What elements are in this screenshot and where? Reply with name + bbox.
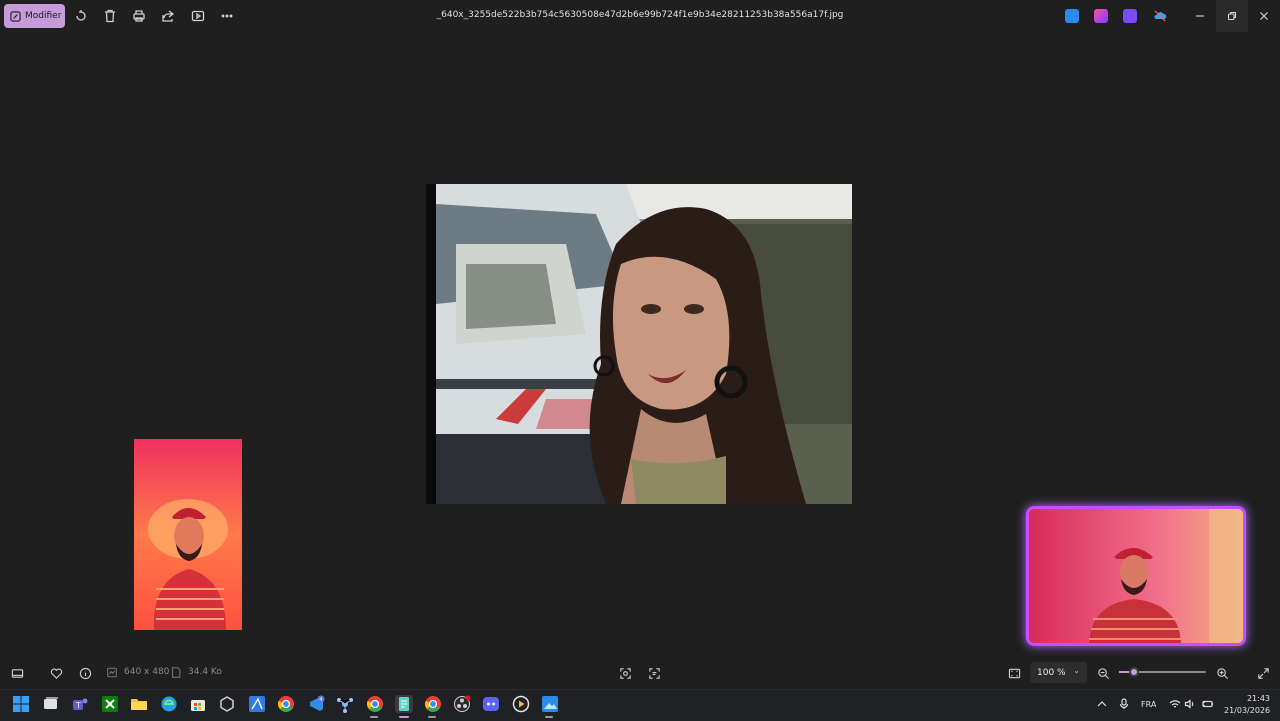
print-icon[interactable] — [131, 8, 147, 24]
clock[interactable]: 21:43 21/03/2026 — [1224, 693, 1270, 717]
image-dimensions: 640 x 480 — [124, 667, 170, 677]
badge-count: 4 — [319, 697, 322, 703]
active-indicator — [428, 716, 436, 718]
chrome-canary-icon[interactable] — [424, 695, 442, 713]
active-indicator — [370, 716, 378, 718]
info-icon[interactable] — [77, 665, 93, 681]
file-size: 34.4 Ko — [188, 667, 222, 677]
edit-icon — [10, 10, 21, 22]
edit-button[interactable]: Modifier — [4, 4, 65, 28]
fullscreen-icon[interactable] — [1255, 665, 1271, 681]
close-button[interactable] — [1248, 0, 1280, 32]
file-size-icon — [170, 666, 182, 678]
battery-icon[interactable] — [1201, 697, 1215, 711]
obs-icon[interactable] — [453, 695, 471, 713]
microphone-icon[interactable] — [1117, 697, 1131, 711]
rotate-icon[interactable] — [73, 8, 89, 24]
teams-icon[interactable]: T — [71, 695, 89, 713]
zoom-dropdown[interactable]: 100 % ⌄ — [1030, 662, 1087, 683]
store-icon[interactable] — [189, 695, 207, 713]
notepad-icon[interactable] — [395, 695, 413, 713]
wifi-icon[interactable] — [1168, 697, 1182, 711]
network-app-icon[interactable] — [336, 695, 354, 713]
main-photo[interactable] — [426, 184, 852, 504]
language-indicator[interactable]: FRA — [1141, 700, 1156, 709]
webcam-overlay-left — [134, 439, 242, 630]
photo-image — [426, 184, 852, 504]
zoom-value: 100 % — [1037, 667, 1066, 678]
restore-icon — [1227, 11, 1237, 21]
unity-icon[interactable] — [218, 695, 236, 713]
clock-time: 21:43 — [1246, 694, 1270, 703]
zoom-slider-thumb[interactable] — [1129, 667, 1139, 677]
edit-label: Modifier — [25, 11, 62, 21]
file-explorer-icon[interactable] — [130, 695, 148, 713]
visual-search-icon[interactable] — [617, 665, 633, 681]
file-name: _640x_3255de522b3b754c5630508e47d2b6e99b… — [436, 10, 844, 20]
favorite-icon[interactable] — [48, 665, 64, 681]
close-icon — [1260, 12, 1268, 20]
webcam-overlay-right — [1026, 506, 1246, 646]
video-editor-icon[interactable] — [1123, 9, 1137, 23]
restore-button[interactable] — [1216, 0, 1248, 32]
chevron-down-icon: ⌄ — [1073, 666, 1080, 675]
slideshow-icon[interactable] — [190, 8, 206, 24]
minimize-icon — [1196, 15, 1204, 17]
clock-date: 21/03/2026 — [1224, 706, 1271, 715]
active-indicator — [545, 716, 553, 718]
webcam-image — [134, 439, 242, 630]
dimensions-icon — [106, 666, 118, 678]
webcam-image — [1029, 509, 1243, 643]
active-indicator — [399, 716, 409, 718]
chevron-up-icon[interactable] — [1095, 697, 1109, 711]
edge-icon[interactable] — [160, 695, 178, 713]
fit-to-window-icon[interactable] — [1006, 665, 1022, 681]
chrome-icon[interactable] — [277, 695, 295, 713]
zoom-out-icon[interactable] — [1095, 665, 1111, 681]
task-view-icon[interactable] — [42, 695, 60, 713]
minimize-button[interactable] — [1184, 0, 1216, 32]
clipchamp-icon[interactable] — [1094, 9, 1108, 23]
more-icon[interactable] — [219, 8, 235, 24]
delete-icon[interactable] — [102, 8, 118, 24]
xbox-icon[interactable] — [101, 695, 119, 713]
text-scan-icon[interactable] — [646, 665, 662, 681]
svg-text:T: T — [75, 701, 81, 710]
affinity-icon[interactable] — [248, 695, 266, 713]
vscode-icon[interactable]: 4 — [307, 695, 325, 713]
filmstrip-icon[interactable] — [9, 665, 25, 681]
media-player-icon[interactable] — [512, 695, 530, 713]
discord-icon[interactable] — [482, 695, 500, 713]
chrome-profile-icon[interactable] — [366, 695, 384, 713]
photos-app-icon[interactable] — [1065, 9, 1079, 23]
share-icon[interactable] — [160, 8, 176, 24]
onedrive-icon[interactable] — [1153, 9, 1167, 23]
start-icon[interactable] — [12, 695, 30, 713]
zoom-in-icon[interactable] — [1214, 665, 1230, 681]
volume-icon[interactable] — [1183, 697, 1197, 711]
photos-icon[interactable] — [541, 695, 559, 713]
